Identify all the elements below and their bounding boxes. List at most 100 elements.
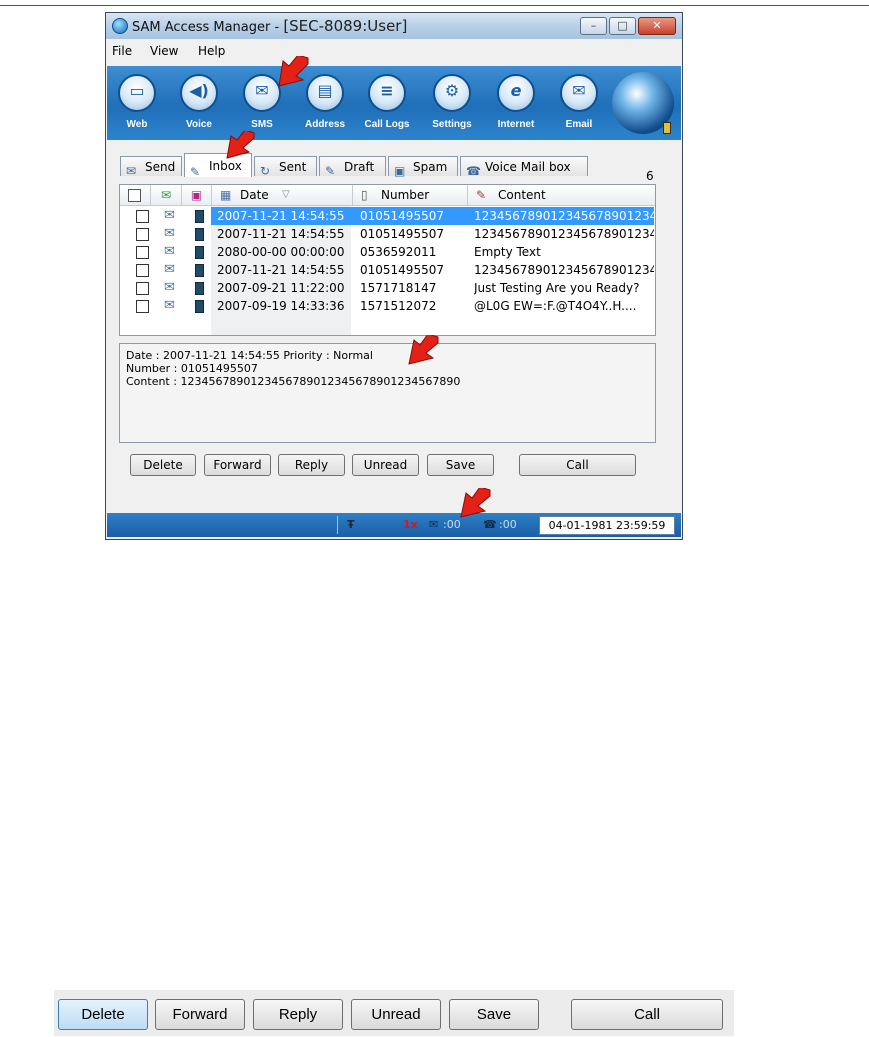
- send-icon: ✉: [126, 164, 137, 178]
- window-title-device: [SEC-8089:User]: [283, 17, 408, 35]
- sim-storage-icon: [195, 300, 204, 313]
- spam-icon: ▣: [394, 164, 406, 178]
- tab-draft[interactable]: ✎ Draft: [319, 156, 386, 178]
- tab-sent-label: Sent: [279, 160, 307, 174]
- tab-voice-mail-box-label: Voice Mail box: [485, 160, 571, 174]
- row-checkbox[interactable]: [136, 300, 149, 313]
- toolbar-call-logs-button[interactable]: ≡ Call Logs: [358, 72, 416, 138]
- unread-button[interactable]: Unread: [352, 454, 419, 476]
- row-number: 0536592011: [360, 245, 437, 259]
- window-title-prefix: SAM Access Manager -: [132, 20, 284, 35]
- row-checkbox[interactable]: [136, 246, 149, 259]
- table-row[interactable]: ✉ 2080-00-00 00:00:00 0536592011 Empty T…: [120, 243, 655, 261]
- row-content: Empty Text: [474, 245, 541, 259]
- close-icon: ✕: [652, 19, 662, 32]
- row-checkbox[interactable]: [136, 210, 149, 223]
- top-rule: [0, 5, 869, 6]
- header-date[interactable]: ▦ Date ▽: [212, 185, 353, 205]
- sim-storage-icon: [195, 246, 204, 259]
- connection-indicator: [663, 122, 671, 134]
- menu-bar: File View Help: [106, 40, 682, 62]
- toolbar-settings-button[interactable]: ⚙ Settings: [423, 72, 481, 138]
- signal-icon: Ŧ: [347, 518, 355, 531]
- header-storage-icon[interactable]: ▣: [182, 185, 212, 205]
- zoom-forward-button[interactable]: Forward: [155, 999, 245, 1030]
- save-button[interactable]: Save: [427, 454, 494, 476]
- table-row[interactable]: ✉ 2007-09-21 11:22:00 1571718147 Just Te…: [120, 279, 655, 297]
- sim-storage-icon: [195, 282, 204, 295]
- message-list[interactable]: ✉ ▣ ▦ Date ▽ ▯ Number ✎ Content ✉ 2007-1…: [119, 184, 656, 336]
- read-message-icon: ✉: [164, 298, 175, 313]
- header-select-all[interactable]: [120, 185, 151, 205]
- header-number-label: Number: [381, 188, 430, 202]
- row-number: 01051495507: [360, 209, 444, 223]
- read-message-icon: ✉: [164, 280, 175, 295]
- status-datetime: 04-01-1981 23:59:59: [539, 516, 675, 535]
- sms-status-icon: ✉: [429, 518, 439, 531]
- table-row[interactable]: ✉ 2007-11-21 14:54:55 01051495507 123456…: [120, 207, 655, 225]
- arrow-status-sms: [460, 488, 491, 518]
- toolbar-voice-label: Voice: [186, 119, 212, 130]
- row-content: 1234567890123456789012345...: [474, 263, 654, 277]
- gear-icon: ⚙: [444, 81, 460, 100]
- header-content[interactable]: ✎ Content: [468, 185, 655, 205]
- row-content: 1234567890123456789012345...: [474, 227, 654, 241]
- zoom-delete-button[interactable]: Delete: [58, 999, 148, 1030]
- message-detail-panel[interactable]: Date : 2007-11-21 14:54:55 Priority : No…: [119, 343, 656, 443]
- sim-storage-icon: [195, 264, 204, 277]
- menu-help[interactable]: Help: [198, 44, 225, 58]
- content-icon: ✎: [476, 188, 487, 202]
- web-icon: ▭: [129, 81, 145, 100]
- row-number: 01051495507: [360, 263, 444, 277]
- forward-button[interactable]: Forward: [204, 454, 271, 476]
- network-type: 1x: [403, 518, 418, 531]
- detail-number: Number : 01051495507: [126, 362, 258, 375]
- toolbar-email-button[interactable]: ✉ Email: [550, 72, 608, 138]
- reply-button[interactable]: Reply: [278, 454, 345, 476]
- tab-spam-label: Spam: [413, 160, 448, 174]
- toolbar-internet-button[interactable]: e Internet: [487, 72, 545, 138]
- read-message-icon: ✉: [164, 244, 175, 259]
- table-row[interactable]: ✉ 2007-11-21 14:54:55 01051495507 123456…: [120, 225, 655, 243]
- table-row[interactable]: ✉ 2007-09-19 14:33:36 1571512072 @L0G EW…: [120, 297, 655, 315]
- header-read-status-icon[interactable]: ✉: [151, 185, 182, 205]
- tab-voice-mail-box[interactable]: ☎ Voice Mail box: [460, 156, 588, 178]
- arrow-detail-panel: [408, 335, 439, 365]
- minimize-button[interactable]: –: [580, 17, 607, 35]
- call-button[interactable]: Call: [519, 454, 636, 476]
- toolbar-sms-label: SMS: [251, 119, 273, 130]
- tab-sent[interactable]: ↻ Sent: [254, 156, 317, 178]
- draft-icon: ✎: [325, 164, 336, 178]
- delete-button[interactable]: Delete: [130, 454, 196, 476]
- maximize-button[interactable]: □: [609, 17, 636, 35]
- zoom-reply-button[interactable]: Reply: [253, 999, 343, 1030]
- row-checkbox[interactable]: [136, 282, 149, 295]
- toolbar-voice-button[interactable]: ◀) Voice: [170, 72, 228, 138]
- tab-send[interactable]: ✉ Send: [120, 156, 182, 178]
- sim-storage-icon: [195, 210, 204, 223]
- row-date: 2080-00-00 00:00:00: [217, 245, 345, 259]
- internet-explorer-icon: e: [510, 81, 522, 100]
- zoom-unread-button[interactable]: Unread: [351, 999, 441, 1030]
- toolbar-web-button[interactable]: ▭ Web: [108, 72, 166, 138]
- sent-icon: ↻: [260, 164, 271, 178]
- row-checkbox[interactable]: [136, 228, 149, 241]
- select-all-checkbox[interactable]: [128, 189, 141, 202]
- zoom-call-button[interactable]: Call: [571, 999, 723, 1030]
- tab-spam[interactable]: ▣ Spam: [388, 156, 458, 178]
- close-button[interactable]: ✕: [638, 17, 676, 35]
- table-row[interactable]: ✉ 2007-11-21 14:54:55 01051495507 123456…: [120, 261, 655, 279]
- row-checkbox[interactable]: [136, 264, 149, 277]
- menu-file[interactable]: File: [112, 44, 132, 58]
- header-number[interactable]: ▯ Number: [353, 185, 468, 205]
- zoom-save-button[interactable]: Save: [449, 999, 539, 1030]
- title-bar[interactable]: SAM Access Manager - [SEC-8089:User] – □…: [106, 13, 682, 39]
- arrow-sms-icon: [278, 56, 309, 87]
- app-icon: [112, 18, 128, 34]
- toolbar-web-label: Web: [126, 119, 148, 130]
- email-icon: ✉: [572, 81, 586, 100]
- menu-view[interactable]: View: [150, 44, 178, 58]
- sort-arrow-icon: ▽: [282, 189, 290, 200]
- row-number: 1571512072: [360, 299, 437, 313]
- tab-inbox-label: Inbox: [209, 159, 242, 173]
